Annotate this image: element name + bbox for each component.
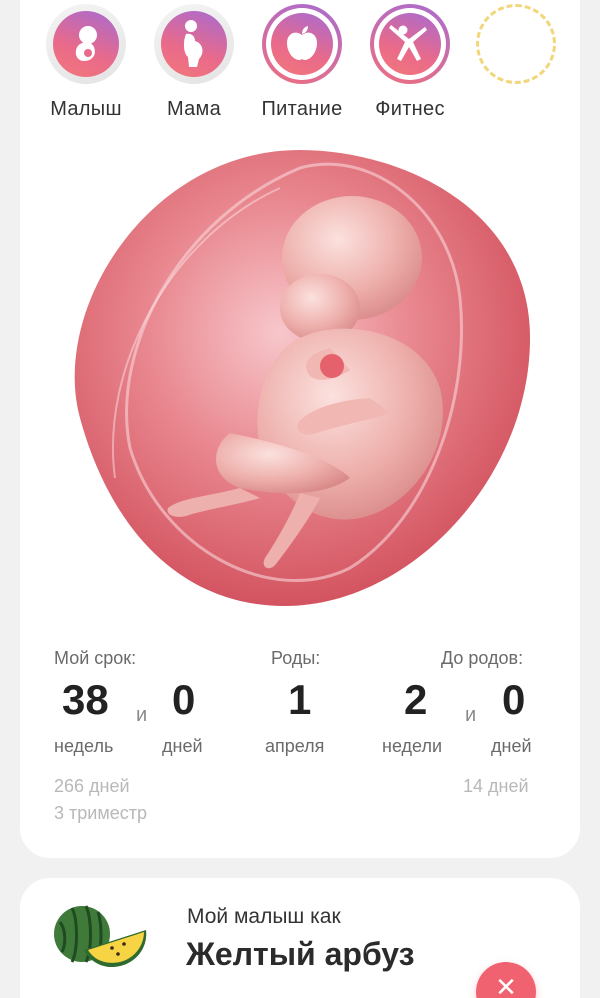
empty-slot-icon [476,4,556,84]
apple-icon [271,13,333,75]
category-baby[interactable]: Малыш [36,4,136,124]
trimester: 3 триместр [54,803,147,823]
birth-label: Роды: [271,648,321,668]
category-label: Мама [166,98,222,120]
until-weeks-unit: недели [382,736,443,756]
fetus-illustration [70,148,531,608]
category-empty-slot[interactable] [466,4,566,124]
pregnant-woman-icon [161,11,227,77]
category-nutrition[interactable]: Питание [252,4,352,124]
fruit-kicker: Мой малыш как [187,905,341,928]
birth-day-value: 1 [288,676,312,723]
term-weeks-unit: недель [54,736,114,756]
category-label: Фитнес [375,98,445,120]
category-label: Питание [261,98,343,120]
pregnancy-stats: Мой срок: 38 и 0 недель дней Роды: 1 апр… [0,640,600,840]
watermelon-image [50,900,150,980]
until-birth-label: До родов: [441,648,524,668]
fitness-icon [379,13,441,75]
remaining-days: 14 дней [463,776,529,796]
birth-month: апреля [265,736,325,756]
term-label: Мой срок: [54,648,137,668]
category-fitness[interactable]: Фитнес [360,4,460,124]
category-row: Малыш Мама Питание Фитнес [0,0,600,130]
fruit-title: Желтый арбуз [186,936,415,972]
term-weeks-value: 38 [62,676,109,723]
category-label: Малыш [50,98,122,120]
term-and: и [136,704,148,726]
total-days: 266 дней [54,776,130,796]
until-days-value: 0 [502,676,526,723]
category-mom[interactable]: Мама [144,4,244,124]
until-days-unit: дней [491,736,532,756]
close-icon: ✕ [495,972,517,998]
baby-icon [53,11,119,77]
until-and: и [465,704,477,726]
until-weeks-value: 2 [404,676,428,723]
term-days-value: 0 [172,676,196,723]
term-days-unit: дней [162,736,203,756]
